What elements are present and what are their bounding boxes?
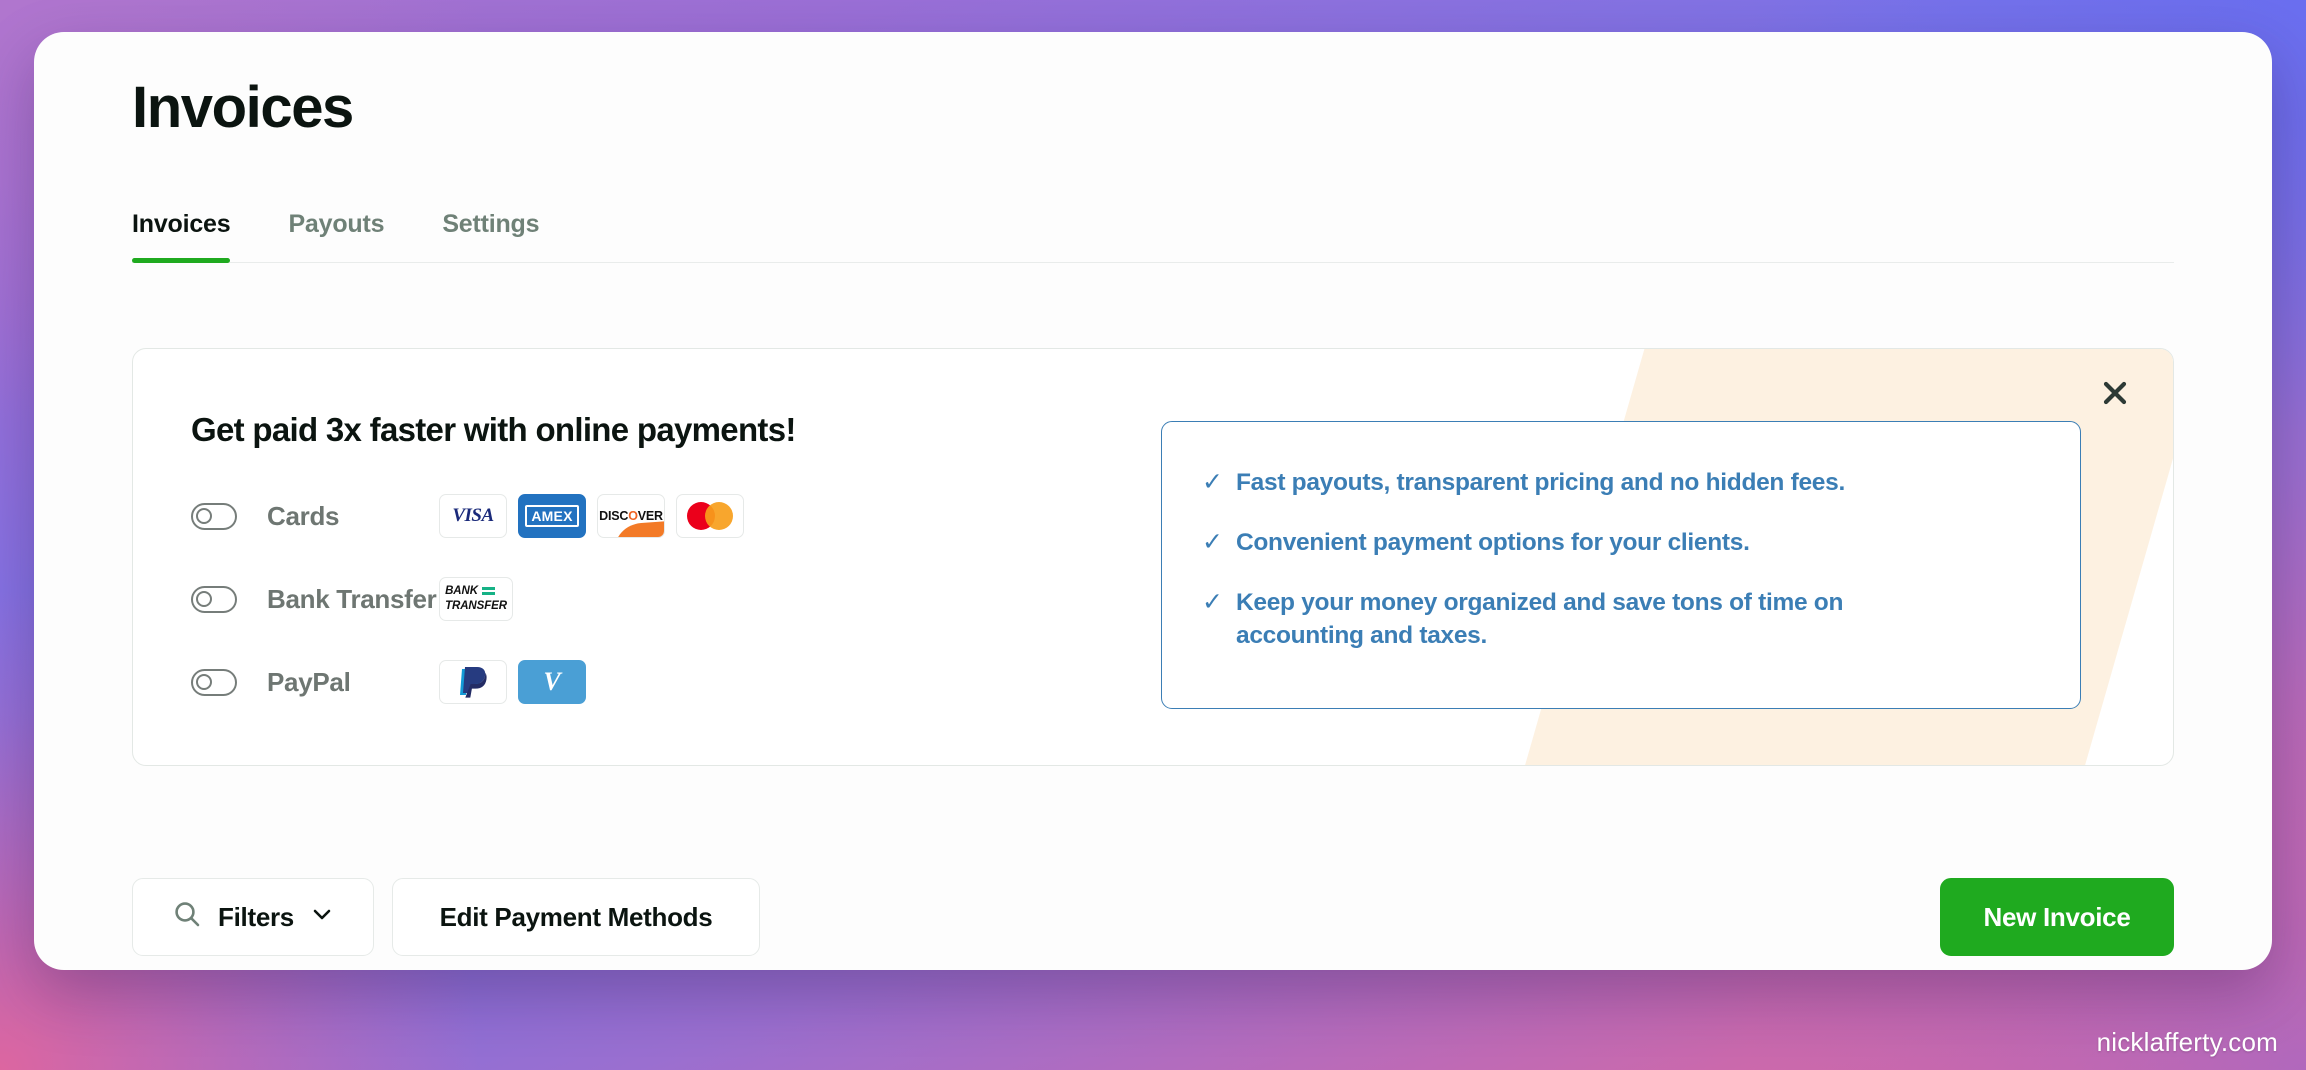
check-icon: ✓ <box>1202 587 1223 616</box>
venmo-icon[interactable]: V <box>518 660 586 704</box>
payment-method-label-cards: Cards <box>267 500 340 531</box>
promo-heading: Get paid 3x faster with online payments! <box>191 411 796 448</box>
amex-label: AMEX <box>525 505 579 527</box>
tab-settings[interactable]: Settings <box>442 210 539 261</box>
payment-method-label-paypal: PayPal <box>267 666 351 697</box>
check-icon: ✓ <box>1202 468 1223 496</box>
visa-label: VISA <box>452 505 494 526</box>
benefit-text: Keep your money organized and save tons … <box>1236 588 1844 649</box>
benefit-item: ✓ Keep your money organized and save ton… <box>1202 586 2034 652</box>
discover-icon[interactable]: DISCOVER <box>597 494 665 538</box>
filters-label: Filters <box>218 901 294 932</box>
payment-method-row-paypal: PayPal V <box>191 653 796 711</box>
page-title: Invoices <box>132 75 354 140</box>
discover-label: DISCOVER <box>599 509 663 523</box>
check-icon: ✓ <box>1202 527 1223 556</box>
benefit-item: ✓ Fast payouts, transparent pricing and … <box>1202 466 2034 500</box>
benefit-text: Convenient payment options for your clie… <box>1236 528 1750 556</box>
search-icon <box>172 899 202 936</box>
paypal-logo-group: V <box>439 660 586 704</box>
bottom-toolbar: Filters Edit Payment Methods New Invoice <box>132 878 2174 958</box>
amex-icon[interactable]: AMEX <box>518 494 586 538</box>
bank-logo-line2: TRANSFER <box>445 599 507 612</box>
venmo-letter: V <box>543 667 561 696</box>
close-icon[interactable] <box>2093 371 2137 415</box>
visa-icon[interactable]: VISA <box>439 494 507 538</box>
toggle-knob <box>196 507 212 524</box>
bank-logo-group: BANK TRANSFER <box>439 577 513 621</box>
benefits-panel: ✓ Fast payouts, transparent pricing and … <box>1161 421 2081 709</box>
payment-method-row-bank-transfer: Bank Transfer BANK TRANSFER <box>191 570 796 628</box>
discover-swoosh <box>613 521 664 537</box>
tab-payouts[interactable]: Payouts <box>288 210 384 261</box>
filters-button[interactable]: Filters <box>132 878 374 956</box>
toggle-bank-transfer[interactable] <box>191 585 237 613</box>
benefit-text: Fast payouts, transparent pricing and no… <box>1236 469 1845 496</box>
online-payments-promo-card: Get paid 3x faster with online payments!… <box>132 348 2174 766</box>
payment-method-row-cards: Cards VISA AMEX DISCOVER <box>191 487 796 545</box>
toggle-paypal[interactable] <box>191 668 237 696</box>
paypal-glyph <box>458 666 488 698</box>
toggle-knob <box>196 673 212 690</box>
bank-transfer-logo: BANK TRANSFER <box>445 585 507 614</box>
toggle-cards[interactable] <box>191 502 237 530</box>
card-logo-group: VISA AMEX DISCOVER <box>439 494 744 538</box>
edit-payment-methods-button[interactable]: Edit Payment Methods <box>392 878 760 956</box>
tab-bar: Invoices Payouts Settings <box>132 210 2174 263</box>
tab-invoices[interactable]: Invoices <box>132 210 231 263</box>
watermark: nicklafferty.com <box>2096 1027 2278 1057</box>
paypal-icon[interactable] <box>439 660 507 704</box>
mastercard-circles <box>687 502 733 530</box>
payment-method-label-bank-transfer: Bank Transfer <box>267 583 437 614</box>
app-window: Invoices Invoices Payouts Settings Get p… <box>34 32 2272 970</box>
mastercard-icon[interactable] <box>676 494 744 538</box>
bank-logo-line1: BANK <box>445 584 478 597</box>
new-invoice-button[interactable]: New Invoice <box>1940 878 2174 956</box>
benefit-item: ✓ Convenient payment options for your cl… <box>1202 526 2034 560</box>
bank-transfer-icon[interactable]: BANK TRANSFER <box>439 577 513 621</box>
toggle-knob <box>196 590 212 607</box>
new-invoice-label: New Invoice <box>1983 901 2131 932</box>
bank-bars-icon <box>481 586 495 595</box>
edit-payment-methods-label: Edit Payment Methods <box>439 901 713 932</box>
chevron-down-icon <box>310 902 334 933</box>
promo-left-column: Get paid 3x faster with online payments!… <box>191 411 796 736</box>
